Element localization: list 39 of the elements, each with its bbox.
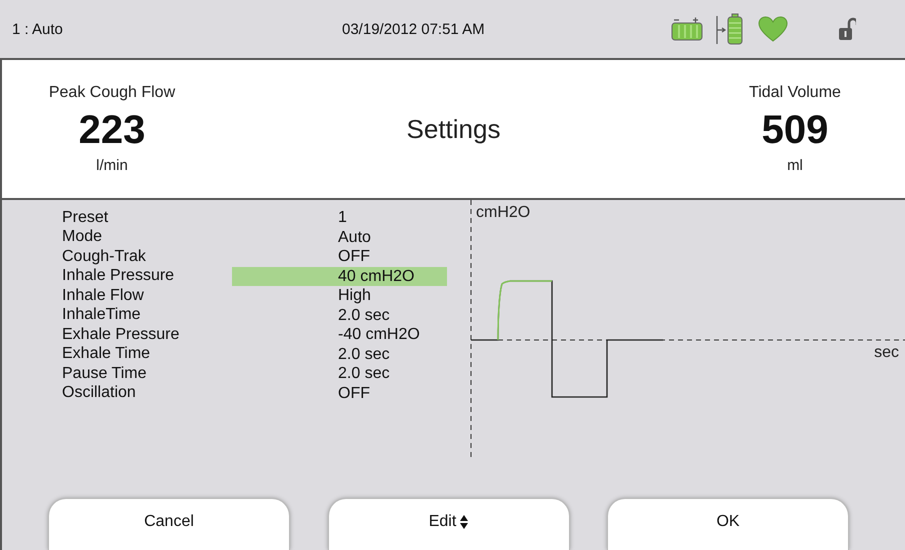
setting-label: Preset <box>62 208 110 227</box>
setting-label: Exhale Time <box>62 345 152 364</box>
setting-value[interactable]: OFF <box>232 384 447 403</box>
axis-label: sec <box>874 344 899 362</box>
setting-value[interactable]: 1 <box>232 208 447 228</box>
setting-value[interactable]: High <box>232 286 447 306</box>
setting-label: InhaleTime <box>62 306 142 324</box>
mode-label: 1 : Auto <box>12 20 64 38</box>
setting-label: Oscillation <box>62 384 137 402</box>
setting-label: Cough-Trak <box>62 248 147 266</box>
heart-icon <box>758 16 788 42</box>
setting-label: Pause Time <box>62 364 148 383</box>
up-down-arrows-icon <box>460 514 468 528</box>
setting-value[interactable]: OFF <box>232 247 447 266</box>
battery-icon <box>670 17 704 41</box>
setting-value[interactable]: -40 cmH2O <box>232 325 447 344</box>
unlocked-padlock-icon[interactable] <box>838 17 856 41</box>
setting-label: Inhale Flow <box>62 286 145 305</box>
action-button[interactable]: Cancel <box>48 498 290 550</box>
action-button[interactable]: OK <box>607 498 849 550</box>
metric-value: 223 <box>78 108 146 153</box>
screen-title: Settings <box>406 114 500 144</box>
setting-label: Mode <box>62 228 104 246</box>
metric-label: Peak Cough Flow <box>48 84 176 102</box>
date-time: 03/19/2012 07:51 AM <box>342 20 486 38</box>
metric-unit: ml <box>787 157 803 174</box>
axis-label: cmH2O <box>476 204 530 222</box>
inhale-curve <box>497 280 552 340</box>
setting-value[interactable]: 2.0 sec <box>232 364 447 384</box>
metric-label: Tidal Volume <box>749 84 841 102</box>
metric-unit: l/min <box>96 157 128 174</box>
edit-button[interactable]: Edit <box>328 498 570 550</box>
setting-value[interactable]: 2.0 sec <box>232 306 447 325</box>
setting-value[interactable]: 2.0 sec <box>232 344 447 364</box>
setting-label: Inhale Pressure <box>62 267 176 286</box>
setting-value[interactable]: 40 cmH2O <box>232 266 447 286</box>
setting-label: Exhale Pressure <box>62 326 180 344</box>
setting-value[interactable]: Auto <box>232 228 447 247</box>
metric-value: 509 <box>762 108 828 153</box>
